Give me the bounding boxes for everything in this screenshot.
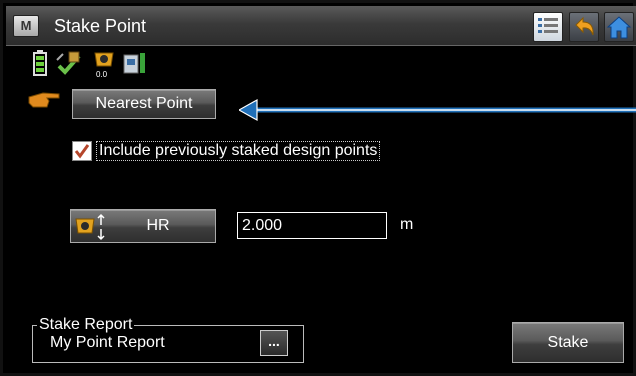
home-icon[interactable]: [604, 12, 634, 42]
pointing-hand-icon: [28, 92, 60, 108]
stake-button[interactable]: Stake: [512, 322, 624, 363]
browse-report-button[interactable]: ...: [260, 330, 288, 356]
nearest-point-button[interactable]: Nearest Point: [72, 89, 216, 119]
include-staked-label[interactable]: Include previously staked design points: [96, 141, 381, 161]
menu-button[interactable]: M: [13, 15, 39, 37]
list-icon[interactable]: [533, 12, 563, 42]
target-height-icon: [75, 213, 105, 241]
stake-report-value: My Point Report: [50, 334, 165, 351]
battery-icon: [33, 50, 47, 76]
include-staked-checkbox[interactable]: [72, 141, 92, 161]
back-arrow-icon[interactable]: [569, 12, 599, 42]
check-mark-icon: [74, 144, 90, 159]
hr-button[interactable]: HR: [70, 209, 216, 243]
stake-report-legend: Stake Report: [37, 316, 135, 333]
window-title: Stake Point: [54, 16, 147, 36]
hr-label: HR: [146, 217, 170, 234]
satellite-fix-icon: [56, 51, 81, 75]
hr-unit-label: m: [400, 216, 414, 233]
svg-text:0.0: 0.0: [96, 70, 108, 78]
blue-arrow-annotation: [239, 98, 636, 122]
app-window: M Stake Point 0.0 Nearest Point Include …: [0, 0, 636, 376]
total-station-icon: 0.0: [94, 52, 114, 78]
hr-value-input[interactable]: [237, 212, 387, 239]
title-bar: M Stake Point: [6, 6, 636, 46]
controller-memory-icon: [123, 53, 145, 74]
